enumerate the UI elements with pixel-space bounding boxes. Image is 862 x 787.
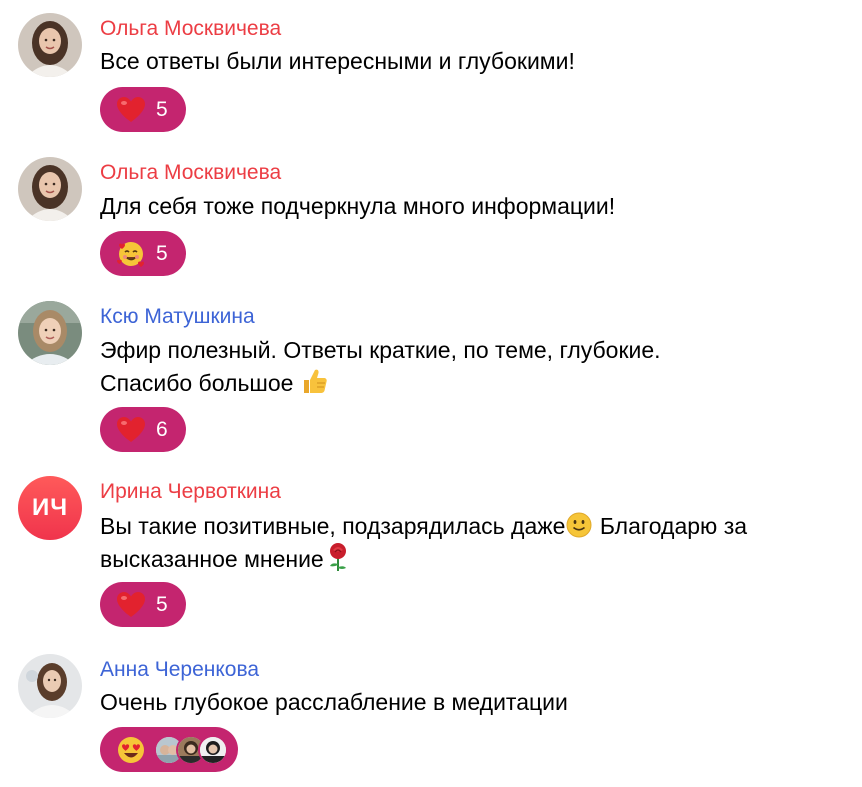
reactor-avatar: [198, 734, 228, 765]
reaction-count: 5: [156, 97, 168, 121]
avatar[interactable]: [18, 301, 82, 365]
author-name[interactable]: Ксю Матушкина: [100, 304, 255, 330]
smiling-face-with-hearts-icon: [117, 241, 144, 267]
comment-text: Для себя тоже подчеркнула много информац…: [100, 193, 616, 219]
comments-feed: Ольга Москвичева Все ответы были интерес…: [0, 0, 862, 787]
slightly-smiling-face-icon: [566, 512, 592, 538]
red-heart-icon: [117, 96, 145, 122]
comment-text-fragment: Благодарю за: [593, 513, 748, 539]
author-name[interactable]: Анна Черенкова: [100, 657, 259, 683]
reaction-button[interactable]: 6: [100, 407, 186, 452]
comment-text-fragment: Вы такие позитивные, подзарядилась даже: [100, 513, 566, 539]
comment-text: Эфир полезный. Ответы краткие, по теме, …: [100, 334, 840, 399]
avatar[interactable]: [18, 13, 82, 77]
author-name[interactable]: Ольга Москвичева: [100, 160, 281, 186]
comment-text-line-1: Вы такие позитивные, подзарядилась даже …: [100, 510, 840, 542]
red-heart-icon: [117, 416, 145, 442]
reaction-button[interactable]: 5: [100, 231, 186, 276]
reactor-avatars: [154, 734, 228, 765]
comment-text: Все ответы были интересными и глубокими!: [100, 48, 575, 74]
author-name[interactable]: Ольга Москвичева: [100, 16, 281, 42]
author-name[interactable]: Ирина Червоткина: [100, 479, 281, 505]
reaction-count: 6: [156, 417, 168, 441]
avatar-initials: ИЧ: [31, 494, 69, 521]
heart-eyes-icon: [118, 736, 144, 763]
comment-text: Очень глубокое расслабление в медитации: [100, 689, 568, 715]
comment-text-fragment: высказанное мнение: [100, 546, 324, 572]
comment-text-fragment: Спасибо большое: [100, 370, 294, 396]
avatar[interactable]: [18, 157, 82, 221]
reaction-button[interactable]: 5: [100, 87, 186, 132]
avatar[interactable]: ИЧ: [18, 476, 82, 540]
thumbs-up-icon: [303, 369, 327, 393]
reaction-count: 5: [156, 592, 168, 616]
reaction-button[interactable]: 5: [100, 582, 186, 627]
comment-text: Вы такие позитивные, подзарядилась даже …: [100, 510, 840, 575]
comment-text-line-2: Спасибо большое: [100, 366, 840, 399]
reaction-count: 5: [156, 241, 168, 265]
rose-icon: [329, 543, 346, 571]
red-heart-icon: [117, 591, 145, 617]
avatar[interactable]: [18, 654, 82, 718]
reaction-button[interactable]: [100, 727, 238, 772]
comment-text-line-2: высказанное мнение: [100, 542, 840, 575]
comment-text-line-1: Эфир полезный. Ответы краткие, по теме, …: [100, 337, 661, 363]
